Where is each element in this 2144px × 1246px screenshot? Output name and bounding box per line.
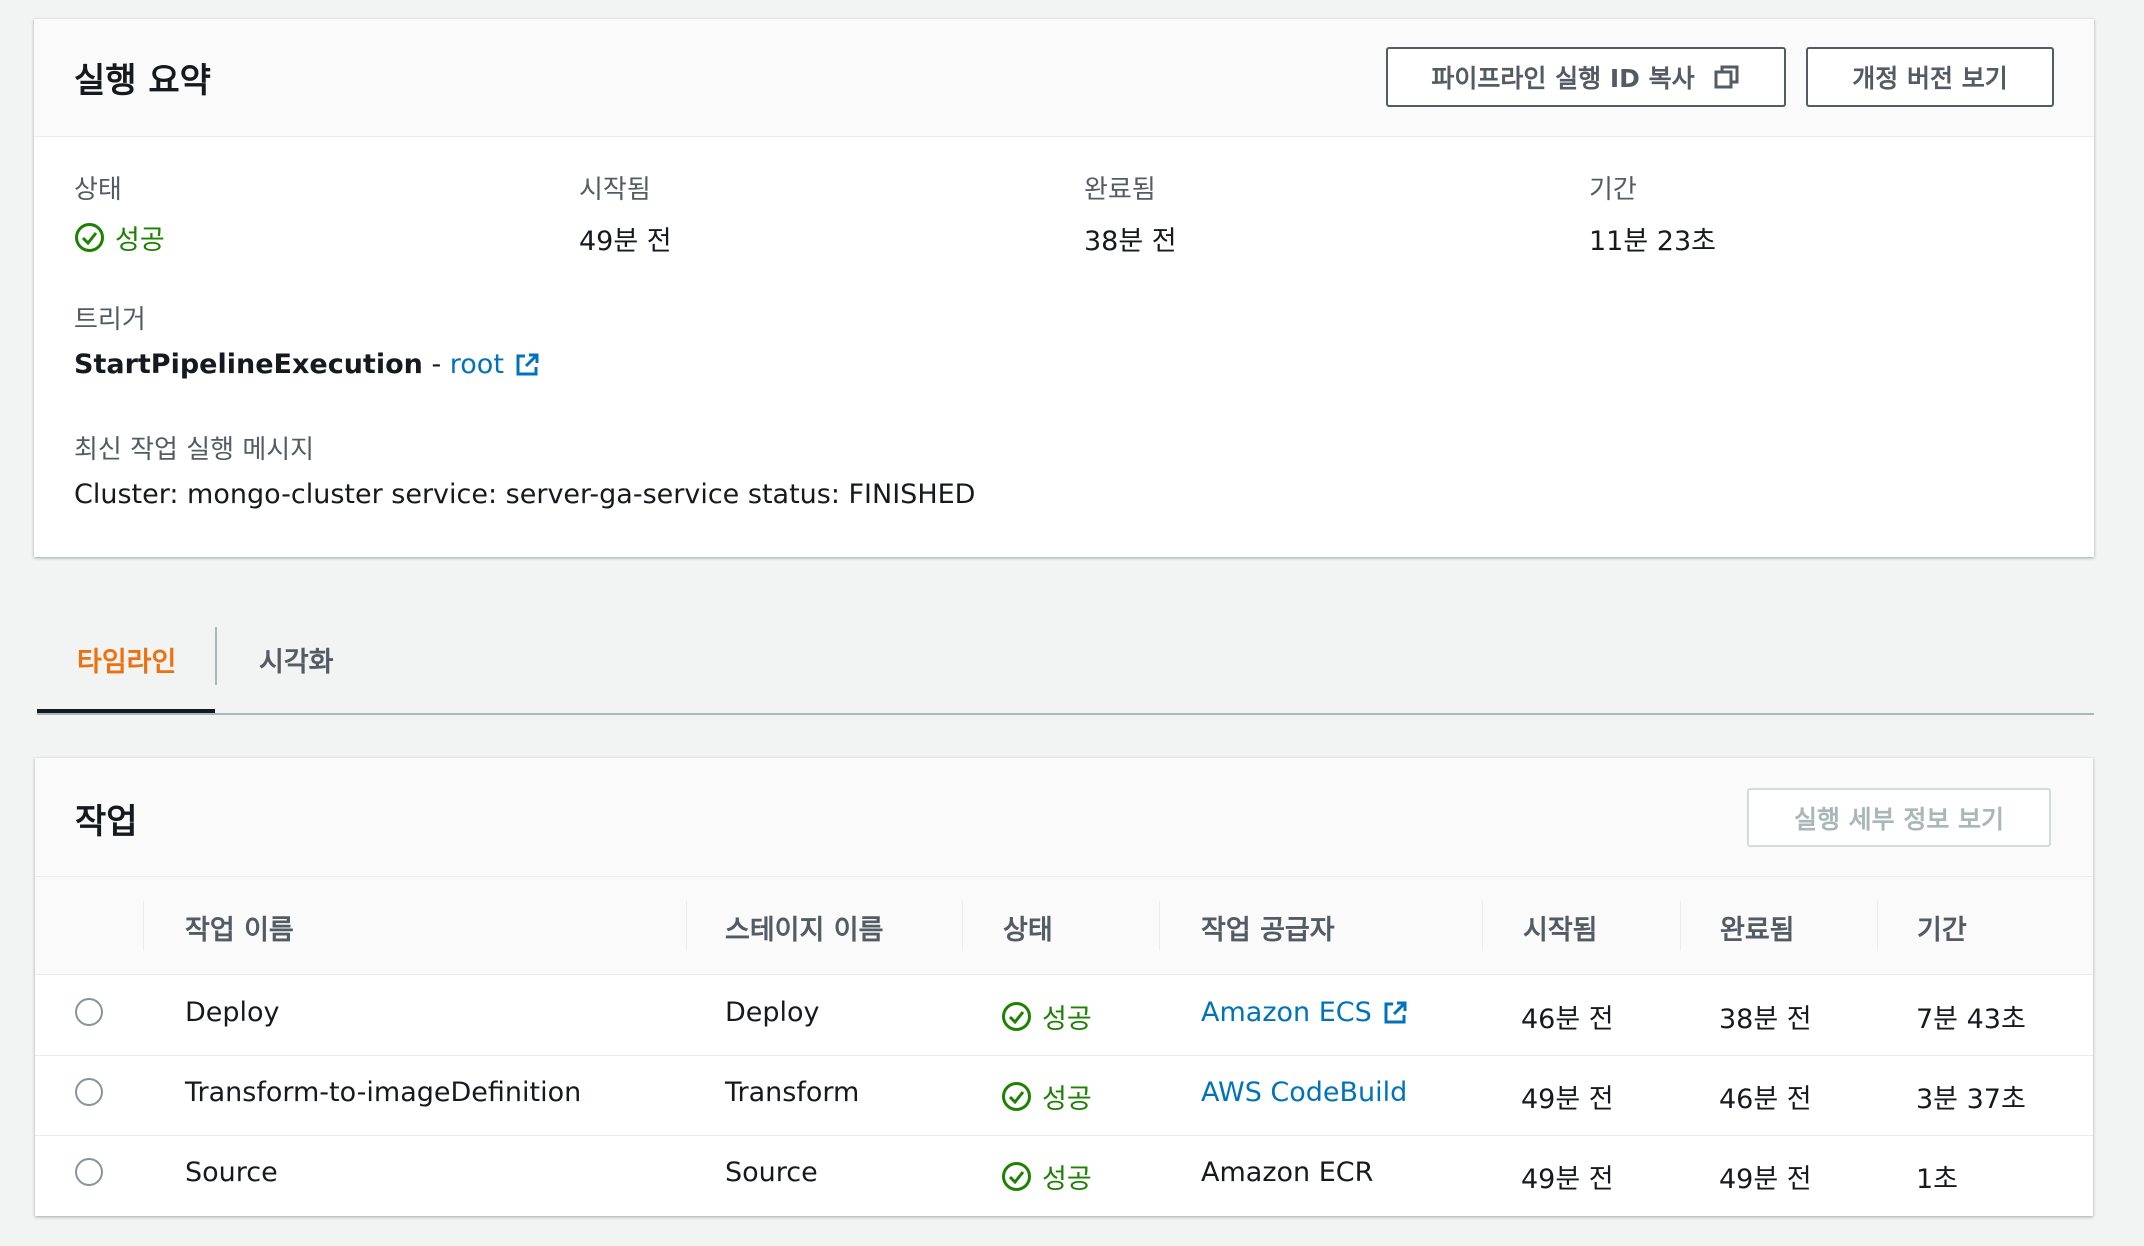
summary-header: 실행 요약 파이프라인 실행 ID 복사 개정 버전 보기 [34, 19, 2094, 137]
trigger-type: StartPipelineExecution [74, 349, 423, 380]
action-duration: 7분 43초 [1916, 1004, 2026, 1035]
action-completed: 46분 전 [1719, 1084, 1812, 1115]
stage-name: Deploy [725, 997, 820, 1028]
column-divider [1159, 901, 1160, 951]
tab-visualization[interactable]: 시각화 [259, 640, 334, 679]
completed-label: 완료됨 [1084, 175, 1156, 205]
stage-name: Transform [725, 1077, 860, 1108]
column-header-completed[interactable]: 완료됨 [1720, 908, 1795, 947]
trigger-separator: - [422, 349, 450, 380]
check-circle-icon [1001, 1001, 1032, 1032]
view-execution-details-button[interactable]: 실행 세부 정보 보기 [1747, 788, 2051, 847]
copy-execution-id-label: 파이프라인 실행 ID 복사 [1431, 64, 1695, 93]
actions-title: 작업 [75, 802, 138, 842]
action-provider: AWS CodeBuild [1201, 1077, 1407, 1108]
column-divider [1680, 901, 1681, 951]
status-label: 상태 [74, 175, 122, 205]
action-status-text: 성공 [1042, 1084, 1092, 1115]
action-name-link[interactable]: Source [185, 1157, 278, 1188]
table-row[interactable]: Source Source 성공 Amazon ECR 49분 전 49분 전 … [35, 1136, 2093, 1216]
action-name-link[interactable]: Deploy [185, 997, 280, 1028]
action-provider: Amazon ECR [1201, 1157, 1373, 1188]
tab-bar-border [37, 713, 2094, 715]
external-link-icon[interactable] [514, 352, 540, 378]
column-header-duration[interactable]: 기간 [1917, 908, 1967, 947]
column-header-started[interactable]: 시작됨 [1523, 908, 1598, 947]
column-divider [1482, 901, 1483, 951]
started-label: 시작됨 [579, 175, 651, 205]
tab-timeline[interactable]: 타임라인 [77, 640, 176, 679]
column-header-provider[interactable]: 작업 공급자 [1201, 908, 1335, 947]
action-duration: 1초 [1916, 1164, 1959, 1195]
table-row[interactable]: Transform-to-imageDefinition Transform 성… [35, 1056, 2093, 1135]
trigger-label: 트리거 [74, 305, 146, 335]
check-circle-icon [74, 222, 105, 253]
column-divider [962, 901, 963, 951]
action-status: 성공 [1001, 1157, 1092, 1196]
action-completed: 49분 전 [1719, 1164, 1812, 1195]
status-text: 성공 [115, 225, 165, 256]
check-circle-icon [1001, 1081, 1032, 1112]
action-started: 49분 전 [1521, 1164, 1614, 1195]
column-header-action-name[interactable]: 작업 이름 [185, 908, 294, 947]
started-value: 49분 전 [579, 226, 672, 257]
action-name-link[interactable]: Transform-to-imageDefinition [185, 1077, 581, 1108]
status-value: 성공 [74, 218, 165, 257]
column-header-status[interactable]: 상태 [1003, 908, 1053, 947]
view-revisions-button[interactable]: 개정 버전 보기 [1806, 47, 2054, 107]
check-circle-icon [1001, 1161, 1032, 1192]
copy-icon [1713, 63, 1741, 91]
latest-message-label: 최신 작업 실행 메시지 [74, 435, 315, 465]
column-header-stage-name[interactable]: 스테이지 이름 [725, 908, 883, 947]
copy-execution-id-button[interactable]: 파이프라인 실행 ID 복사 [1386, 47, 1786, 107]
action-status: 성공 [1001, 1077, 1092, 1116]
action-started: 49분 전 [1521, 1084, 1614, 1115]
completed-value: 38분 전 [1084, 226, 1177, 257]
column-divider [143, 901, 144, 951]
table-header-row: 작업 이름 스테이지 이름 상태 작업 공급자 시작됨 완료됨 기간 [35, 877, 2093, 975]
action-status: 성공 [1001, 997, 1092, 1036]
stage-name: Source [725, 1157, 818, 1188]
action-completed: 38분 전 [1719, 1004, 1812, 1035]
table-row[interactable]: Deploy Deploy 성공 Amazon ECS 46분 전 38분 전 … [35, 975, 2093, 1055]
column-divider [1877, 901, 1878, 951]
provider-link[interactable]: Amazon ECS [1201, 997, 1372, 1028]
provider-link[interactable]: AWS CodeBuild [1201, 1077, 1407, 1108]
external-link-icon[interactable] [1382, 1000, 1408, 1026]
summary-title: 실행 요약 [74, 61, 211, 101]
row-select-radio[interactable] [75, 998, 103, 1026]
tab-divider [215, 627, 217, 685]
duration-value: 11분 23초 [1589, 226, 1716, 257]
trigger-user-link[interactable]: root [450, 349, 504, 380]
latest-message-value: Cluster: mongo-cluster service: server-g… [74, 479, 976, 510]
action-duration: 3분 37초 [1916, 1084, 2026, 1115]
action-status-text: 성공 [1042, 1004, 1092, 1035]
action-provider: Amazon ECS [1201, 997, 1408, 1028]
row-select-radio[interactable] [75, 1158, 103, 1186]
row-select-radio[interactable] [75, 1078, 103, 1106]
trigger-value: StartPipelineExecution - root [74, 349, 540, 380]
provider-text: Amazon ECR [1201, 1157, 1374, 1188]
actions-header: 작업 실행 세부 정보 보기 [35, 758, 2093, 877]
execution-summary-panel: 실행 요약 파이프라인 실행 ID 복사 개정 버전 보기 상태 성공 시작됨 … [34, 19, 2094, 557]
actions-panel: 작업 실행 세부 정보 보기 작업 이름 스테이지 이름 상태 작업 공급자 시… [35, 758, 2093, 1216]
column-divider [686, 901, 687, 951]
duration-label: 기간 [1589, 175, 1637, 205]
action-started: 46분 전 [1521, 1004, 1614, 1035]
action-status-text: 성공 [1042, 1164, 1092, 1195]
